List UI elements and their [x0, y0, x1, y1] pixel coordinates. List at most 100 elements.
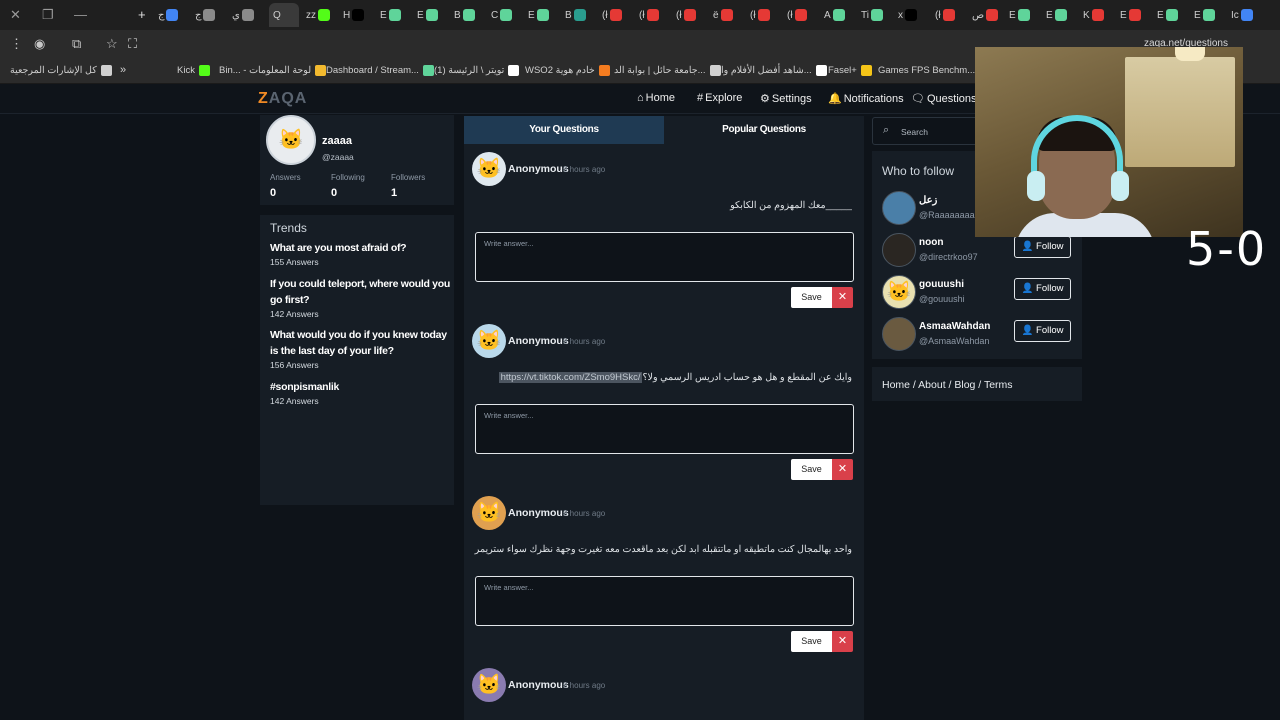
browser-tab-label: E: [1120, 9, 1127, 21]
headphone-ear-left: [1027, 171, 1045, 201]
browser-tab[interactable]: ص: [972, 6, 999, 24]
browser-tab[interactable]: (ł: [787, 6, 807, 24]
tab-favicon-icon: [1165, 9, 1178, 21]
browser-tab[interactable]: zz: [306, 6, 330, 24]
browser-tab[interactable]: B: [454, 6, 475, 24]
trend-item[interactable]: What would you do if you knew today is t…: [270, 327, 450, 370]
answer-input[interactable]: Write answer...: [475, 404, 854, 454]
stat-followers[interactable]: Followers 1: [391, 173, 425, 199]
avatar[interactable]: [882, 317, 916, 351]
browser-tab[interactable]: K: [1083, 6, 1104, 24]
webcam-background-shelf: [1125, 57, 1235, 167]
nav-settings[interactable]: ⚙ Settings: [760, 92, 812, 105]
browser-tab[interactable]: ë: [713, 6, 733, 24]
browser-tab[interactable]: Ic: [1231, 6, 1253, 24]
nav-home[interactable]: ⌂ Home: [637, 92, 675, 104]
browser-tab[interactable]: x: [898, 6, 917, 24]
browser-tab[interactable]: ج: [195, 6, 216, 24]
bookmark-label: Dashboard / Stream...: [326, 65, 419, 76]
nav-notifications[interactable]: 🔔 Notifications: [828, 92, 904, 105]
follow-button[interactable]: 👤 Follow: [1014, 278, 1071, 300]
bookmark-item[interactable]: Kick: [177, 65, 210, 76]
browser-tab[interactable]: ج: [158, 6, 179, 24]
trend-item[interactable]: If you could teleport, where would you g…: [270, 276, 450, 319]
nav-explore[interactable]: # Explore: [697, 92, 742, 104]
browser-tab[interactable]: E: [1194, 6, 1215, 24]
browser-tab[interactable]: (ł: [676, 6, 696, 24]
follow-user-name[interactable]: AsmaaWahdan: [919, 321, 990, 332]
bookmark-label: Games FPS Benchm...: [878, 65, 976, 76]
browser-tab[interactable]: E: [417, 6, 438, 24]
save-button[interactable]: Save: [791, 631, 832, 652]
trend-item[interactable]: #sonpismanlik 142 Answers: [270, 379, 450, 406]
bookmark-item[interactable]: Dashboard / Stream...: [326, 65, 434, 76]
site-logo[interactable]: ZAQA: [258, 90, 307, 108]
question-link[interactable]: https://vt.tiktok.com/ZSmo9HSkc/: [498, 372, 643, 383]
browser-tab[interactable]: E: [528, 6, 549, 24]
translate-icon[interactable]: ⛶: [128, 36, 137, 52]
bookmark-item[interactable]: جامعة حائل | بوابة الد...: [614, 65, 721, 76]
bookmark-item[interactable]: Games FPS Benchm...: [878, 65, 991, 76]
bookmark-item[interactable]: WSO2 خادم هوية: [525, 65, 610, 76]
tab-your-questions[interactable]: Your Questions: [464, 116, 664, 144]
bookmark-item[interactable]: شاهد أفضل الأفلام وا...: [721, 65, 827, 76]
bookmark-item[interactable]: Bin... - لوحة المعلومات: [219, 65, 327, 76]
browser-tab[interactable]: E: [1046, 6, 1067, 24]
browser-tab[interactable]: Ti: [861, 6, 883, 24]
browser-tab[interactable]: (ł: [935, 6, 955, 24]
follow-user-name[interactable]: noon: [919, 237, 943, 248]
browser-tab-label: E: [528, 9, 535, 21]
bookmark-item[interactable]: كل الإشارات المرجعية: [10, 65, 112, 76]
follow-button[interactable]: 👤 Follow: [1014, 320, 1071, 342]
follow-user-handle: @gouuushi: [919, 294, 965, 304]
profile-name[interactable]: zaaaa: [322, 135, 352, 147]
menu-icon[interactable]: ⋮: [10, 36, 23, 52]
avatar[interactable]: [882, 233, 916, 267]
stat-following[interactable]: Following 0: [331, 173, 365, 199]
browser-tab[interactable]: (ł: [602, 6, 622, 24]
new-tab-icon[interactable]: +: [138, 7, 146, 22]
browser-tab[interactable]: C: [491, 6, 513, 24]
tab-popular-questions[interactable]: Popular Questions: [664, 116, 864, 144]
bookmark-item[interactable]: (1) تويتر \ الرئيسة: [434, 65, 520, 76]
delete-button[interactable]: ✕: [832, 631, 853, 652]
profile-icon[interactable]: ◉: [34, 36, 45, 52]
bookmark-item[interactable]: Fasel+: [828, 65, 872, 76]
minimize-window-icon[interactable]: —: [74, 7, 87, 22]
answer-input[interactable]: Write answer...: [475, 232, 854, 282]
trend-item[interactable]: What are you most afraid of? 155 Answers: [270, 240, 450, 267]
browser-tab[interactable]: Q: [269, 3, 299, 27]
search-input[interactable]: ⌕ Search: [872, 117, 982, 145]
profile-card: 🐱 zaaaa @zaaaa Answers 0 Following 0 Follo…: [260, 115, 454, 205]
footer-links-text[interactable]: Home / About / Blog / Terms: [882, 379, 1013, 391]
bookmarks-overflow-icon[interactable]: »: [120, 64, 126, 76]
browser-tab[interactable]: A: [824, 6, 845, 24]
follow-user-name[interactable]: زعل: [919, 195, 937, 206]
follow-button[interactable]: 👤 Follow: [1014, 236, 1071, 258]
restore-window-icon[interactable]: ❐: [42, 7, 54, 23]
delete-button[interactable]: ✕: [832, 459, 853, 480]
avatar[interactable]: 🐱: [266, 115, 316, 165]
browser-tab[interactable]: B: [565, 6, 586, 24]
browser-tab[interactable]: E: [1120, 6, 1141, 24]
save-button[interactable]: Save: [791, 287, 832, 308]
delete-button[interactable]: ✕: [832, 287, 853, 308]
browser-tab[interactable]: H: [343, 6, 365, 24]
browser-tab[interactable]: (ł: [639, 6, 659, 24]
bookmark-star-icon[interactable]: ☆: [106, 36, 118, 52]
browser-tab[interactable]: E: [1157, 6, 1178, 24]
avatar[interactable]: [882, 191, 916, 225]
gear-icon: ⚙: [760, 93, 770, 105]
extensions-icon[interactable]: ⧉: [72, 36, 81, 52]
avatar[interactable]: 🐱: [882, 275, 916, 309]
tab-favicon-icon: [942, 9, 955, 21]
stat-answers[interactable]: Answers 0: [270, 173, 301, 199]
browser-tab[interactable]: (ł: [750, 6, 770, 24]
close-window-icon[interactable]: ✕: [10, 7, 21, 23]
follow-user-name[interactable]: gouuushi: [919, 279, 964, 290]
browser-tab[interactable]: ي: [232, 6, 254, 24]
browser-tab[interactable]: E: [380, 6, 401, 24]
browser-tab[interactable]: E: [1009, 6, 1030, 24]
answer-input[interactable]: Write answer...: [475, 576, 854, 626]
save-button[interactable]: Save: [791, 459, 832, 480]
